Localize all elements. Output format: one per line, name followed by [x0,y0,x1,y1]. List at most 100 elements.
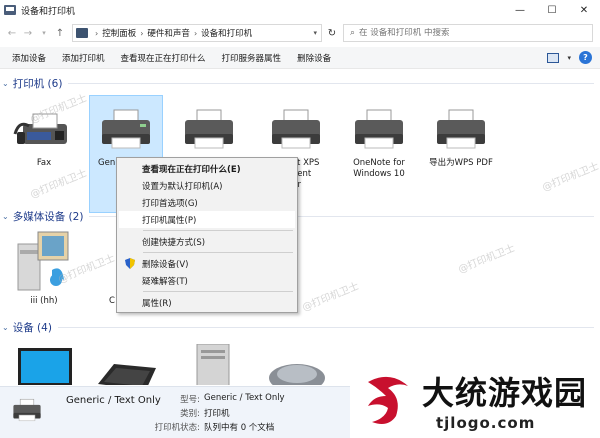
context-menu-label: 打印机属性(P) [142,215,197,226]
details-value: Generic / Text Only [204,393,285,403]
context-menu-item[interactable]: 属性(R) [119,294,295,311]
chevron-down-icon[interactable]: ⌄ [2,79,9,88]
context-menu: 查看现在正在打印什么(E) 设置为默认打印机(A) 打印首选项(G) 打印机属性(P)… [116,157,298,313]
command-bar: 添加设备 添加打印机 查看现在正在打印什么 打印服务器属性 删除设备 ▾ ? [0,47,600,69]
context-menu-item[interactable]: 打印首选项(G) [119,194,295,211]
brand-overlay: 大统游戏园 tjlogo.com [350,362,600,438]
search-icon: ⌕ [350,28,356,38]
window-title: 设备和打印机 [21,6,76,17]
group-header-multimedia[interactable]: ⌄ 多媒体设备 (2) [0,208,600,224]
brand-url: tjlogo.com [436,414,536,432]
group-label: 多媒体设备 (2) [12,210,84,223]
printer-icon [90,100,162,158]
see-whats-printing-button[interactable]: 查看现在正在打印什么 [113,52,214,64]
add-device-button[interactable]: 添加设备 [4,52,54,64]
divider [57,326,594,328]
group-header-devices[interactable]: ⌄ 设备 (4) [0,319,600,335]
context-menu-label: 属性(R) [142,298,172,309]
chevron-right-icon[interactable]: › [194,29,197,38]
device-caption: iii (hh) [30,296,58,306]
help-icon[interactable]: ? [579,51,592,64]
mouse-icon [258,340,332,385]
details-key: 打印机状态: [154,423,200,433]
media-device-icon [7,228,81,296]
details-device-name: Generic / Text Only [66,395,161,406]
context-menu-label: 打印首选项(G) [142,198,198,209]
close-button[interactable]: ✕ [568,0,600,20]
recent-locations-dropdown[interactable]: ▾ [36,24,52,42]
print-server-properties-button[interactable]: 打印服务器属性 [214,52,290,64]
printer-icon [255,100,337,158]
monitor-icon [7,340,81,385]
add-printer-button[interactable]: 添加打印机 [54,52,113,64]
brand-logo-icon [368,376,408,424]
printer-icon [13,398,41,422]
minimize-button[interactable]: — [504,0,536,20]
group-header-printers[interactable]: ⌄ 打印机 (6) [0,75,600,91]
remove-device-button[interactable]: 删除设备 [289,52,339,64]
search-input[interactable] [359,28,560,38]
context-menu-label: 设置为默认打印机(A) [142,181,223,192]
brand-title: 大统游戏园 [422,374,588,412]
device-item-monitor[interactable] [7,340,81,385]
search-box[interactable]: ⌕ [343,24,593,42]
view-options-dropdown[interactable]: ▾ [567,54,571,62]
device-item-keyboard[interactable] [89,340,163,385]
printer-icon [424,100,498,158]
up-button[interactable]: ↑ [52,24,68,42]
chevron-down-icon[interactable]: ▾ [313,29,317,37]
keyboard-icon [89,340,163,385]
breadcrumb-devices-printers[interactable]: 设备和打印机 [201,27,252,39]
details-value: 打印机 [204,409,230,419]
context-menu-label: 删除设备(V) [142,259,189,270]
group-label: 打印机 (6) [12,77,63,90]
device-caption: 导出为WPS PDF [429,158,493,168]
context-menu-label: 疑难解答(T) [142,276,188,287]
context-menu-item[interactable]: 设置为默认打印机(A) [119,177,295,194]
context-menu-item[interactable]: 打印机属性(P) [119,211,295,228]
devices-pane: ⌄ 打印机 (6) Fax Gen oft XPS ment OneNote f… [0,70,600,385]
maximize-button[interactable]: ☐ [536,0,568,20]
devices-printers-icon [4,5,16,15]
device-item-wps-pdf[interactable]: 导出为WPS PDF [424,100,498,169]
context-menu-label: 查看现在正在打印什么(E) [142,164,241,175]
device-item-onenote[interactable]: OneNote for Windows 10 [342,100,416,180]
refresh-button[interactable]: ↻ [323,24,341,42]
uac-shield-icon [125,258,135,269]
menu-separator [143,230,293,231]
details-value: 队列中有 0 个文档 [204,423,275,433]
device-item-printer[interactable] [172,100,246,158]
breadcrumb-hardware-sound[interactable]: 硬件和声音 [147,27,190,39]
address-bar: ← → ▾ ↑ › 控制面板 › 硬件和声音 › 设备和打印机 ▾ ↻ ⌕ [0,22,600,44]
window-controls: — ☐ ✕ [504,0,600,20]
context-menu-item[interactable]: 查看现在正在打印什么(E) [119,160,295,177]
printer-icon [342,100,416,158]
breadcrumb-control-panel[interactable]: 控制面板 [102,27,136,39]
chevron-right-icon[interactable]: › [140,29,143,38]
forward-button[interactable]: → [20,24,36,42]
divider [68,82,594,84]
chevron-down-icon[interactable]: ⌄ [2,212,9,221]
control-panel-icon [76,28,88,38]
group-label: 设备 (4) [12,321,52,334]
context-menu-label: 创建快捷方式(S) [142,237,206,248]
context-menu-item[interactable]: 创建快捷方式(S) [119,233,295,250]
details-key: 型号: [180,395,200,405]
details-key: 类别: [180,409,200,419]
chevron-down-icon[interactable]: ⌄ [2,323,9,332]
printer-icon [172,100,246,158]
details-properties: 型号: Generic / Text Only 类别: 打印机 打印机状态: 队… [150,393,314,433]
context-menu-item[interactable]: 疑难解答(T) [119,272,295,289]
title-bar: 设备和打印机 — ☐ ✕ [0,0,600,20]
menu-separator [143,291,293,292]
chevron-right-icon[interactable]: › [95,29,98,38]
change-view-icon[interactable] [547,52,560,63]
back-button[interactable]: ← [4,24,20,42]
menu-separator [143,252,293,253]
device-caption: Fax [36,158,52,168]
context-menu-item[interactable]: 删除设备(V) [119,255,295,272]
device-caption: OneNote for Windows 10 [353,158,405,179]
device-item-computer[interactable] [176,340,250,385]
breadcrumb[interactable]: › 控制面板 › 硬件和声音 › 设备和打印机 ▾ [72,24,322,42]
device-item-mouse[interactable] [258,340,332,385]
